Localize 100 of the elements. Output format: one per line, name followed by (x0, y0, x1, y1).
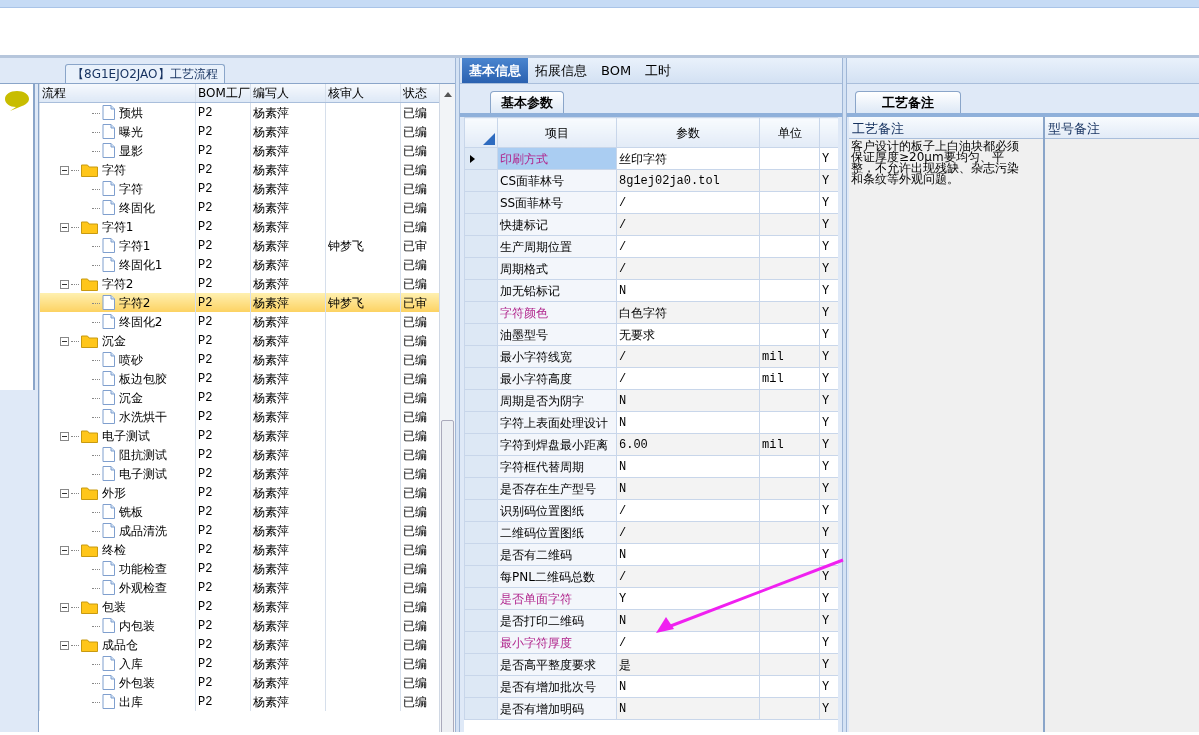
tree-item[interactable]: 字符 (118, 181, 143, 196)
tab[interactable]: 基本信息 (462, 58, 528, 83)
file-icon (102, 579, 115, 595)
tree-item[interactable]: 字符2 (101, 276, 134, 291)
column-header: 单位 (777, 125, 802, 140)
tree-item[interactable]: 外形 (101, 485, 126, 500)
table-cell: P2 (198, 276, 213, 291)
table-cell: 已编 (403, 637, 427, 652)
table-cell: 杨素萍 (253, 504, 289, 519)
folder-icon (81, 219, 98, 234)
table-cell: P2 (198, 675, 213, 690)
collapse-toggle-icon[interactable] (60, 640, 69, 650)
file-icon (102, 142, 115, 158)
tab[interactable]: BOM (594, 58, 639, 83)
tab[interactable]: 拓展信息 (528, 58, 594, 83)
tree-item[interactable]: 沉金 (101, 333, 126, 348)
tree-item[interactable]: 曝光 (118, 124, 143, 139)
collapse-toggle-icon[interactable] (60, 222, 69, 232)
collapse-toggle-icon[interactable] (60, 488, 69, 498)
table-cell: P2 (198, 162, 213, 177)
folder-icon (81, 162, 98, 177)
table-cell: P2 (198, 599, 213, 614)
table-cell: 已编 (403, 276, 427, 291)
tree-item[interactable]: 字符1 (118, 238, 151, 253)
tree-item[interactable]: 字符1 (101, 219, 134, 234)
tree-item[interactable]: 铣板 (118, 504, 143, 519)
tree-item[interactable]: 终固化 (118, 200, 155, 215)
tree-item[interactable]: 终检 (101, 542, 126, 557)
collapse-toggle-icon[interactable] (60, 431, 69, 441)
tree-item[interactable]: 电子测试 (118, 466, 167, 481)
file-icon (102, 180, 115, 196)
tree-item[interactable]: 出库 (118, 694, 143, 709)
column-header: 参数 (676, 125, 700, 140)
tree-item[interactable]: 外包装 (118, 675, 155, 690)
tab[interactable]: 工时 (638, 58, 679, 83)
tree-item[interactable]: 电子测试 (101, 428, 150, 443)
table-cell: 杨素萍 (253, 105, 289, 120)
table-cell: / (619, 371, 627, 386)
file-icon (102, 408, 115, 424)
table-cell: 杨素萍 (253, 371, 289, 386)
tree-item[interactable]: 喷砂 (118, 352, 143, 367)
collapse-toggle-icon[interactable] (60, 602, 69, 612)
tree-item[interactable]: 显影 (118, 143, 143, 158)
tree-item[interactable]: 字符 (101, 162, 126, 177)
table-cell: Y (822, 415, 830, 430)
table-cell: Y (822, 679, 830, 694)
corner-icon (483, 132, 495, 145)
file-icon (102, 674, 115, 690)
tree-item[interactable]: 沉金 (118, 390, 143, 405)
collapse-toggle-icon[interactable] (60, 545, 69, 555)
tree-item[interactable]: 终固化1 (118, 257, 163, 272)
table-cell: P2 (198, 390, 213, 405)
table-cell: P2 (198, 542, 213, 557)
table-cell: P2 (198, 352, 213, 367)
table-cell: 钟梦飞 (328, 295, 364, 310)
table-cell: 二维码位置图纸 (500, 525, 584, 540)
folder-icon (81, 637, 98, 652)
table-cell: / (619, 569, 627, 584)
file-icon (102, 503, 115, 519)
collapse-toggle-icon[interactable] (60, 336, 69, 346)
tree-item[interactable]: 成品仓 (101, 637, 138, 652)
table-cell: P2 (198, 295, 213, 310)
table-cell: 杨素萍 (253, 580, 289, 595)
table-cell: 杨素萍 (253, 485, 289, 500)
tree-item[interactable]: 阻抗测试 (118, 447, 167, 462)
table-cell: / (619, 217, 627, 232)
table-cell: 杨素萍 (253, 447, 289, 462)
table-cell: 杨素萍 (253, 428, 289, 443)
tree-item[interactable]: 成品清洗 (118, 523, 167, 538)
table-cell: Y (822, 635, 830, 650)
tree-item[interactable]: 预烘 (118, 105, 143, 120)
column-header: 型号备注 (1045, 117, 1199, 139)
subtab[interactable]: 基本参数 (490, 90, 564, 113)
table-cell: Y (822, 437, 830, 452)
tree-item[interactable]: 外观检查 (118, 580, 167, 595)
scrollbar-thumb[interactable] (441, 420, 454, 732)
collapse-toggle-icon[interactable] (60, 279, 69, 289)
table-cell: N (619, 547, 627, 562)
subtab[interactable]: 工艺备注 (855, 90, 961, 113)
file-icon (102, 123, 115, 139)
table-cell: 字符颜色 (500, 305, 548, 320)
table-cell: 是否存在生产型号 (500, 481, 596, 496)
tree-item[interactable]: 入库 (118, 656, 143, 671)
table-cell: 杨素萍 (253, 181, 289, 196)
table-cell: 杨素萍 (253, 561, 289, 576)
collapse-toggle-icon[interactable] (60, 165, 69, 175)
tree-item[interactable]: 包装 (101, 599, 126, 614)
tree-item[interactable]: 内包装 (118, 618, 155, 633)
tree-item[interactable]: 板边包胶 (118, 371, 167, 386)
table-cell: Y (822, 239, 830, 254)
tree-item[interactable]: 终固化2 (118, 314, 163, 329)
tree-item[interactable]: 功能检查 (118, 561, 167, 576)
table-cell: 已编 (403, 580, 427, 595)
table-cell: SS面菲林号 (500, 195, 564, 210)
tree-item[interactable]: 水洗烘干 (118, 409, 167, 424)
table-cell: N (619, 701, 627, 716)
table-cell: P2 (198, 257, 213, 272)
table-cell: 6.00 (619, 437, 648, 452)
panel-tab[interactable]: 【8G1EJO2JAO】工艺流程 (65, 64, 225, 83)
selected-tree-item[interactable]: 字符2 (118, 295, 151, 310)
